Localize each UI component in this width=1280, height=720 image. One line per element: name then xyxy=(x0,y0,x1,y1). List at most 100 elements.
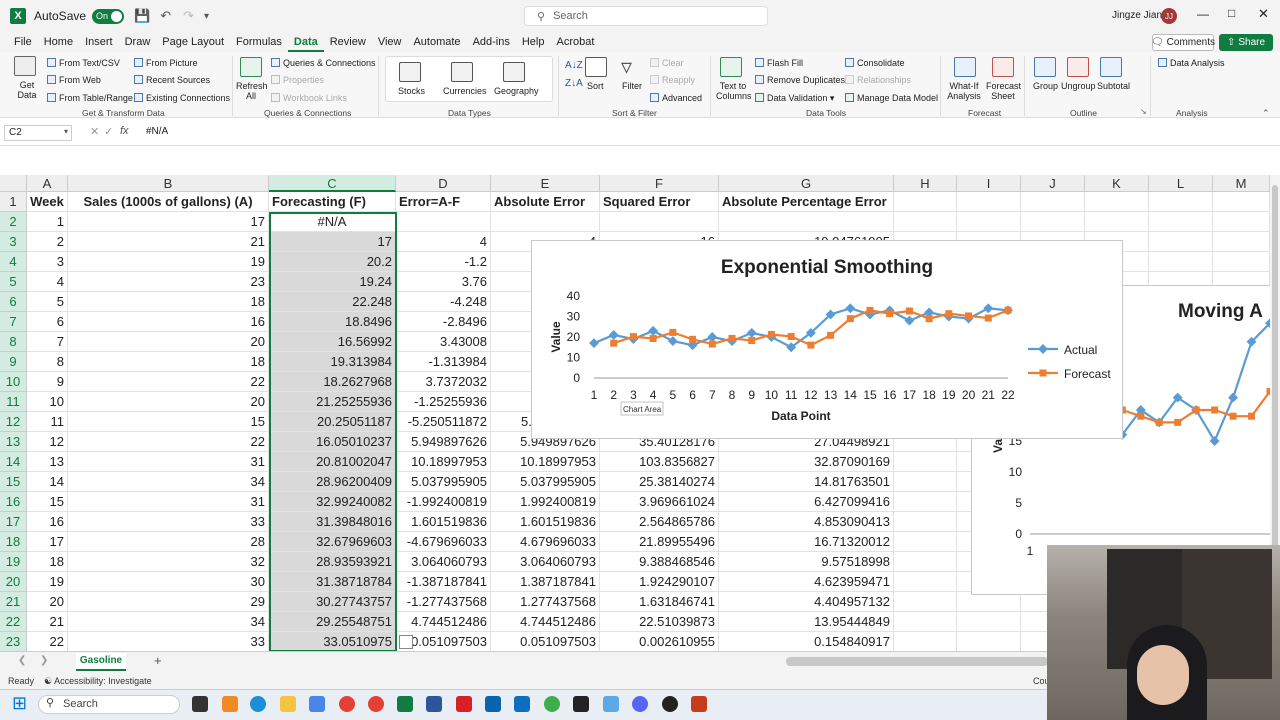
cell-g[interactable]: 13.95444849 xyxy=(719,612,894,632)
discord-taskbar-icon[interactable] xyxy=(632,696,648,712)
row-header[interactable]: 18 xyxy=(0,532,27,552)
tab-acrobat[interactable]: Acrobat xyxy=(550,32,600,52)
edge-icon[interactable] xyxy=(250,696,266,712)
cell-a[interactable]: 5 xyxy=(27,292,68,312)
cell-f[interactable]: 1.631846741 xyxy=(600,592,719,612)
cell-d[interactable]: -1.992400819 xyxy=(396,492,491,512)
cell-b[interactable]: 31 xyxy=(68,452,269,472)
empty-cell[interactable] xyxy=(1149,232,1213,252)
empty-cell[interactable] xyxy=(1021,192,1085,212)
cell-g[interactable]: 32.87090169 xyxy=(719,452,894,472)
quick-analysis-icon[interactable] xyxy=(399,635,413,649)
cell-g[interactable]: 0.154840917 xyxy=(719,632,894,652)
cell-a[interactable]: 3 xyxy=(27,252,68,272)
row-header[interactable]: 4 xyxy=(0,252,27,272)
cell-c[interactable]: 32.99240082 xyxy=(269,492,396,512)
tab-add-ins[interactable]: Add-ins xyxy=(467,32,516,52)
cell-g[interactable]: 6.427099416 xyxy=(719,492,894,512)
cell-e[interactable]: 1.601519836 xyxy=(491,512,600,532)
cell-d[interactable]: -5.250511872 xyxy=(396,412,491,432)
undo-icon[interactable]: ↶ xyxy=(160,8,171,24)
cell-b[interactable]: 18 xyxy=(68,352,269,372)
acrobat-taskbar-icon[interactable] xyxy=(456,696,472,712)
group-button[interactable]: Group xyxy=(1033,81,1058,91)
cell-e[interactable] xyxy=(491,212,600,232)
cell-b[interactable]: 28 xyxy=(68,532,269,552)
cell-b[interactable]: 23 xyxy=(68,272,269,292)
row-header[interactable]: 13 xyxy=(0,432,27,452)
cell-f[interactable]: 25.38140274 xyxy=(600,472,719,492)
relationships-button[interactable]: Relationships xyxy=(845,75,911,85)
minimize-icon[interactable]: — xyxy=(1197,7,1209,21)
cell-b[interactable]: 34 xyxy=(68,472,269,492)
formula-input[interactable]: #N/A xyxy=(146,126,168,137)
empty-cell[interactable] xyxy=(1149,212,1213,232)
cell-e[interactable]: 10.18997953 xyxy=(491,452,600,472)
cell-c[interactable]: 20.25051187 xyxy=(269,412,396,432)
cell-d[interactable]: 3.43008 xyxy=(396,332,491,352)
row-header[interactable]: 10 xyxy=(0,372,27,392)
sort-za-icon[interactable]: Z↓A xyxy=(565,78,583,89)
cell-a[interactable]: 1 xyxy=(27,212,68,232)
autosave-toggle[interactable]: On xyxy=(92,8,125,24)
collapse-ribbon-icon[interactable]: ⌃ xyxy=(1262,108,1270,119)
sort-az-icon[interactable]: A↓Z xyxy=(565,60,583,71)
header-cell-f[interactable]: Squared Error xyxy=(600,192,719,212)
properties-button[interactable]: Properties xyxy=(271,75,324,85)
cell-a[interactable]: 4 xyxy=(27,272,68,292)
cell-c[interactable]: 16.05010237 xyxy=(269,432,396,452)
save-icon[interactable]: 💾 xyxy=(134,8,150,24)
row-header[interactable]: 2 xyxy=(0,212,27,232)
cell-d[interactable]: -1.387187841 xyxy=(396,572,491,592)
empty-cell[interactable] xyxy=(894,572,957,592)
row-header[interactable]: 21 xyxy=(0,592,27,612)
cell-a[interactable]: 20 xyxy=(27,592,68,612)
excel-taskbar-icon[interactable] xyxy=(397,696,413,712)
column-header-j[interactable]: J xyxy=(1021,175,1085,192)
cell-e[interactable]: 1.387187841 xyxy=(491,572,600,592)
advanced-button[interactable]: Advanced xyxy=(650,93,702,103)
data-analysis-button[interactable]: Data Analysis xyxy=(1158,58,1225,68)
cell-d[interactable]: 1.601519836 xyxy=(396,512,491,532)
cell-a[interactable]: 12 xyxy=(27,432,68,452)
cell-d[interactable]: 4 xyxy=(396,232,491,252)
cell-a[interactable]: 16 xyxy=(27,512,68,532)
column-header-d[interactable]: D xyxy=(396,175,491,192)
cell-b[interactable]: 31 xyxy=(68,492,269,512)
row-header[interactable]: 23 xyxy=(0,632,27,652)
subtotal-button[interactable]: Subtotal xyxy=(1097,81,1130,91)
avatar[interactable]: JJ xyxy=(1161,8,1177,24)
empty-cell[interactable] xyxy=(1213,232,1270,252)
enter-icon[interactable]: ✓ xyxy=(104,125,113,138)
sort-button[interactable]: Sort xyxy=(587,81,604,91)
workbook-links-button[interactable]: Workbook Links xyxy=(271,93,347,103)
cell-a[interactable]: 22 xyxy=(27,632,68,652)
row-header[interactable]: 8 xyxy=(0,332,27,352)
cell-a[interactable]: 19 xyxy=(27,572,68,592)
empty-cell[interactable] xyxy=(894,612,957,632)
column-header-e[interactable]: E xyxy=(491,175,600,192)
from-table-range-button[interactable]: From Table/Range xyxy=(47,93,133,103)
cell-a[interactable]: 17 xyxy=(27,532,68,552)
cell-a[interactable]: 9 xyxy=(27,372,68,392)
cell-c[interactable]: 21.25255936 xyxy=(269,392,396,412)
name-box-dropdown-icon[interactable]: ▾ xyxy=(64,127,68,136)
cell-f[interactable]: 21.89955496 xyxy=(600,532,719,552)
cell-e[interactable]: 0.051097503 xyxy=(491,632,600,652)
cell-d[interactable]: -4.679696033 xyxy=(396,532,491,552)
cancel-icon[interactable]: ✕ xyxy=(90,125,99,138)
column-header-h[interactable]: H xyxy=(894,175,957,192)
column-header-b[interactable]: B xyxy=(68,175,269,192)
cell-g[interactable]: 4.623959471 xyxy=(719,572,894,592)
cell-b[interactable]: 33 xyxy=(68,512,269,532)
cell-f[interactable] xyxy=(600,212,719,232)
tab-review[interactable]: Review xyxy=(324,32,372,52)
cell-c[interactable]: 20.81002047 xyxy=(269,452,396,472)
cell-f[interactable]: 2.564865786 xyxy=(600,512,719,532)
app-taskbar-icon[interactable] xyxy=(603,696,619,712)
row-header[interactable]: 3 xyxy=(0,232,27,252)
cell-c[interactable]: 28.93593921 xyxy=(269,552,396,572)
cell-a[interactable]: 13 xyxy=(27,452,68,472)
get-data-button[interactable]: Get Data xyxy=(14,80,40,100)
header-cell-g[interactable]: Absolute Percentage Error xyxy=(719,192,894,212)
